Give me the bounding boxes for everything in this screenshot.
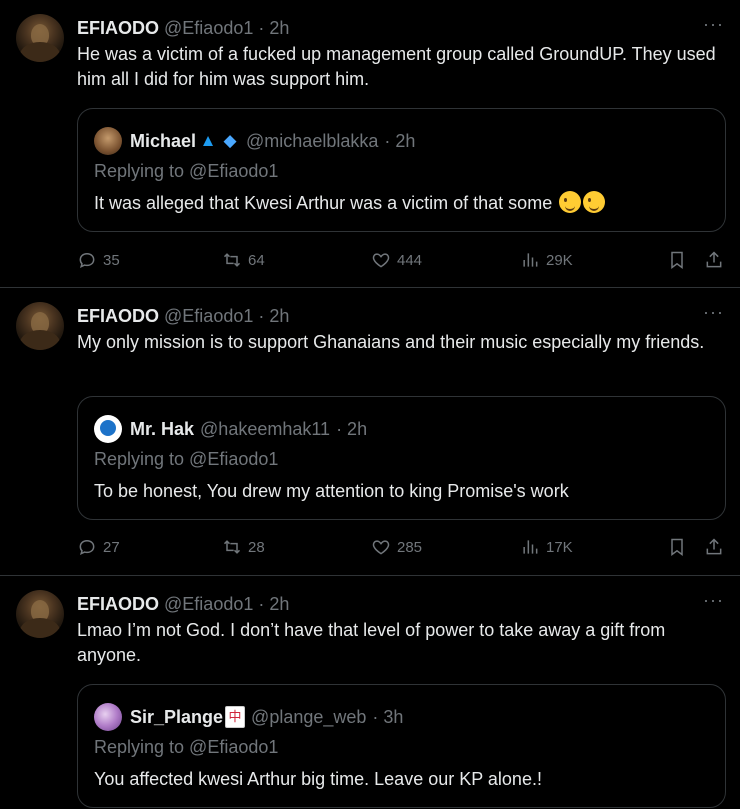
reply-icon: [79, 252, 95, 269]
like-count: 285: [397, 538, 423, 556]
quoted-tweet[interactable]: Sir_Plange 中 @plange_web · 3h Replying t…: [77, 684, 726, 808]
avatar[interactable]: [16, 14, 64, 62]
share-icon: [706, 538, 722, 555]
author-handle[interactable]: @Efiaodo1: [164, 18, 253, 38]
more-icon[interactable]: ···: [703, 590, 724, 611]
quote-text-body: It was alleged that Kwesi Arthur was a v…: [94, 193, 553, 213]
mahjong-emoji-icon: 中: [225, 706, 246, 728]
views-icon: [523, 540, 538, 554]
repost-button[interactable]: 28: [222, 535, 265, 559]
repost-button[interactable]: 64: [222, 248, 265, 272]
views-count: 17K: [546, 538, 573, 556]
cap-emoji-icon: ▲: [199, 131, 217, 150]
reply-count: 35: [103, 251, 120, 269]
author-name[interactable]: EFIAODO: [77, 306, 159, 326]
quote-text: To be honest, You drew my attention to k…: [94, 481, 569, 501]
bookmark-icon: [671, 251, 683, 269]
tweet-text: My only mission is to support Ghanaians …: [77, 332, 705, 352]
repost-count: 64: [248, 251, 265, 269]
views-button[interactable]: 29K: [520, 248, 573, 272]
like-icon: [372, 540, 390, 555]
quoted-tweet[interactable]: Michael ▲ ◆ @michaelblakka · 2h Replying…: [77, 108, 726, 232]
tweet-text: He was a victim of a fucked up managemen…: [77, 44, 716, 89]
bookmark-icon: [671, 538, 683, 556]
like-count: 444: [397, 251, 423, 269]
views-count: 29K: [546, 251, 573, 269]
tweet-time[interactable]: · 2h: [258, 18, 289, 38]
avatar[interactable]: [16, 302, 64, 350]
tweet-time[interactable]: · 2h: [258, 306, 289, 326]
tweet-header: EFIAODO @Efiaodo1 · 2h: [77, 304, 289, 328]
tweet-actions: 27 28 285 17K: [77, 535, 724, 559]
tweet-header: EFIAODO @Efiaodo1 · 2h: [77, 592, 289, 616]
tongue-emoji-icon: [583, 191, 606, 213]
quote-author-name: Mr. Hak: [130, 419, 195, 439]
tweet[interactable]: EFIAODO @Efiaodo1 · 2h ··· Lmao I’m not …: [0, 576, 740, 809]
quote-author-handle: @hakeemhak11: [200, 419, 331, 439]
quote-header: Sir_Plange 中 @plange_web · 3h: [94, 703, 403, 731]
tweet-actions: 35 64 444 29K: [77, 248, 724, 272]
tweet-time[interactable]: · 2h: [258, 594, 289, 614]
author-name[interactable]: EFIAODO: [77, 594, 159, 614]
share-button[interactable]: [704, 535, 724, 559]
quote-header: Mr. Hak @hakeemhak11 · 2h: [94, 415, 367, 443]
author-handle[interactable]: @Efiaodo1: [164, 594, 253, 614]
quote-avatar[interactable]: [94, 127, 122, 155]
like-icon: [372, 253, 390, 268]
views-button[interactable]: 17K: [520, 535, 573, 559]
replying-to: Replying to @Efiaodo1: [94, 449, 279, 469]
quote-time: · 2h: [384, 131, 416, 151]
avatar[interactable]: [16, 590, 64, 638]
quote-text: It was alleged that Kwesi Arthur was a v…: [94, 191, 606, 215]
gem-emoji-icon: ◆: [223, 131, 237, 150]
repost-icon: [223, 540, 241, 554]
bookmark-button[interactable]: [667, 248, 687, 272]
tweet[interactable]: EFIAODO @Efiaodo1 · 2h ··· He was a vict…: [0, 0, 740, 288]
quote-author-name: Sir_Plange: [130, 707, 224, 727]
reply-count: 27: [103, 538, 120, 556]
reply-button[interactable]: 35: [77, 248, 120, 272]
quote-author-handle: @michaelblakka: [246, 131, 379, 151]
like-button[interactable]: 285: [371, 535, 422, 559]
share-button[interactable]: [704, 248, 724, 272]
author-name[interactable]: EFIAODO: [77, 18, 159, 38]
quote-avatar[interactable]: [94, 703, 122, 731]
tweet-header: EFIAODO @Efiaodo1 · 2h: [77, 16, 289, 40]
reply-button[interactable]: 27: [77, 535, 120, 559]
quote-author-name: Michael: [130, 131, 197, 151]
quote-time: · 3h: [372, 707, 404, 727]
more-icon[interactable]: ···: [703, 302, 724, 323]
reply-icon: [79, 539, 95, 556]
bookmark-button[interactable]: [667, 535, 687, 559]
views-icon: [523, 253, 538, 267]
quote-author-handle: @plange_web: [251, 707, 367, 727]
quote-text: You affected kwesi Arthur big time. Leav…: [94, 769, 542, 789]
share-icon: [706, 251, 722, 268]
quote-header: Michael ▲ ◆ @michaelblakka · 2h: [94, 127, 415, 155]
repost-count: 28: [248, 538, 265, 556]
replying-to: Replying to @Efiaodo1: [94, 737, 279, 757]
tweet[interactable]: EFIAODO @Efiaodo1 · 2h ··· My only missi…: [0, 288, 740, 576]
replying-to: Replying to @Efiaodo1: [94, 161, 279, 181]
like-button[interactable]: 444: [371, 248, 422, 272]
quote-avatar[interactable]: [94, 415, 122, 443]
quote-time: · 2h: [336, 419, 368, 439]
author-handle[interactable]: @Efiaodo1: [164, 306, 253, 326]
wink-emoji-icon: [559, 191, 582, 213]
quoted-tweet[interactable]: Mr. Hak @hakeemhak11 · 2h Replying to @E…: [77, 396, 726, 520]
tweet-text: Lmao I’m not God. I don’t have that leve…: [77, 620, 666, 665]
repost-icon: [223, 253, 241, 267]
more-icon[interactable]: ···: [703, 14, 724, 35]
